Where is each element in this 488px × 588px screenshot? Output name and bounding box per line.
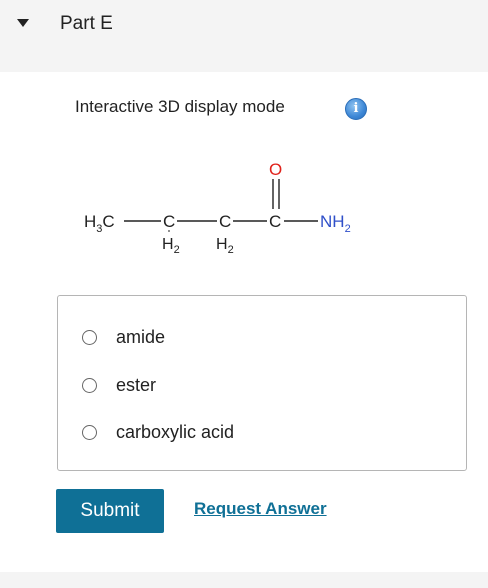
part-header: Part E: [0, 0, 488, 72]
choice-amide[interactable]: amide: [82, 325, 165, 349]
choice-ester[interactable]: ester: [82, 373, 156, 397]
part-title: Part E: [60, 13, 113, 34]
atom-h3c: H3C: [84, 212, 115, 235]
info-icon[interactable]: i: [345, 98, 367, 120]
answer-choices: amide ester carboxylic acid: [57, 295, 467, 471]
atom-nh2: NH2: [320, 212, 351, 235]
request-answer-link[interactable]: Request Answer: [194, 499, 327, 519]
molecule-structure: H3C C H2 C H2 C O NH2: [84, 160, 351, 256]
choice-carboxylic-acid[interactable]: carboxylic acid: [82, 420, 234, 444]
atom-c2-h2: H2: [216, 236, 234, 256]
submit-button[interactable]: Submit: [56, 489, 164, 533]
footer-bar: [0, 572, 488, 588]
atom-c1: C: [163, 212, 175, 231]
atom-o: O: [269, 160, 282, 179]
choice-label: amide: [116, 326, 166, 347]
choice-label: ester: [116, 374, 157, 395]
atom-c1-h2: H2: [162, 236, 180, 256]
collapse-arrow-icon[interactable]: [17, 19, 29, 27]
atom-c2: C: [219, 212, 231, 231]
atom-c3: C: [269, 212, 281, 231]
choice-label: carboxylic acid: [116, 421, 235, 442]
radio-button[interactable]: [82, 377, 97, 393]
radio-button[interactable]: [82, 424, 97, 440]
display-mode-label: Interactive 3D display mode: [75, 97, 285, 116]
radio-button[interactable]: [82, 329, 97, 345]
